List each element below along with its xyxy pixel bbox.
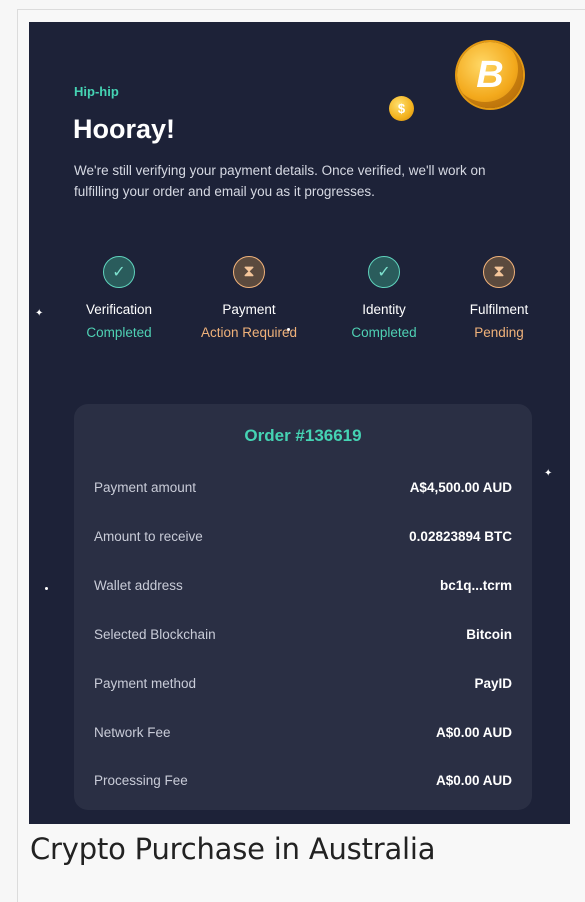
row-label: Processing Fee bbox=[94, 773, 188, 788]
row-label: Selected Blockchain bbox=[94, 627, 216, 642]
step-label: Payment bbox=[222, 302, 276, 317]
row-label: Wallet address bbox=[94, 578, 183, 593]
step-status: Action Required bbox=[200, 325, 298, 340]
order-row-selected-blockchain: Selected Blockchain Bitcoin bbox=[94, 627, 512, 647]
star-dot bbox=[45, 587, 48, 590]
row-value: Bitcoin bbox=[466, 627, 512, 642]
step-label: Identity bbox=[362, 302, 406, 317]
step-verification: ✓ Verification Completed bbox=[59, 256, 179, 340]
row-label: Payment amount bbox=[94, 480, 197, 495]
order-title: Order #136619 bbox=[244, 426, 362, 445]
row-value: A$4,500.00 AUD bbox=[409, 480, 512, 495]
step-fulfilment: ⧗ Fulfilment Pending bbox=[439, 256, 559, 340]
row-value: A$0.00 AUD bbox=[435, 773, 512, 788]
image-caption: Crypto Purchase in Australia bbox=[30, 832, 436, 866]
row-label: Network Fee bbox=[94, 725, 171, 740]
sparkle-icon: ✦ bbox=[544, 468, 553, 479]
step-label: Verification bbox=[85, 302, 153, 317]
order-card: Order #136619 Payment amount A$4,500.00 … bbox=[74, 404, 532, 810]
order-row-wallet-address: Wallet address bc1q...tcrm bbox=[94, 578, 512, 598]
hourglass-icon: ⧗ bbox=[483, 256, 515, 288]
row-value: bc1q...tcrm bbox=[439, 578, 512, 593]
app-screen: ✦ ✦ ✦ B $ Hip-hip Hooray! We're still ve… bbox=[29, 22, 570, 824]
step-status: Completed bbox=[351, 325, 417, 340]
row-label: Payment method bbox=[94, 676, 197, 691]
eyebrow-text: Hip-hip bbox=[74, 84, 119, 99]
order-row-processing-fee: Processing Fee A$0.00 AUD bbox=[94, 773, 512, 793]
bitcoin-coin-icon: B bbox=[457, 42, 523, 108]
row-value: PayID bbox=[474, 676, 512, 691]
step-identity: ✓ Identity Completed bbox=[324, 256, 444, 340]
page-title: Hooray! bbox=[73, 114, 176, 144]
order-row-network-fee: Network Fee A$0.00 AUD bbox=[94, 725, 512, 745]
check-icon: ✓ bbox=[368, 256, 400, 288]
sparkle-icon: ✦ bbox=[35, 308, 44, 319]
order-row-payment-method: Payment method PayID bbox=[94, 676, 512, 696]
step-label: Fulfilment bbox=[469, 302, 529, 317]
step-payment: ⧗ Payment Action Required bbox=[189, 256, 309, 340]
dollar-coin-icon: $ bbox=[389, 96, 414, 121]
order-row-payment-amount: Payment amount A$4,500.00 AUD bbox=[94, 480, 512, 500]
step-status: Completed bbox=[86, 325, 152, 340]
row-value: 0.02823894 BTC bbox=[409, 529, 512, 544]
check-icon: ✓ bbox=[103, 256, 135, 288]
step-status: Pending bbox=[474, 325, 524, 340]
order-row-amount-to-receive: Amount to receive 0.02823894 BTC bbox=[94, 529, 512, 549]
page-description: We're still verifying your payment detai… bbox=[74, 163, 486, 199]
row-label: Amount to receive bbox=[94, 529, 203, 544]
row-value: A$0.00 AUD bbox=[435, 725, 512, 740]
hourglass-icon: ⧗ bbox=[233, 256, 265, 288]
progress-steps: ✓ Verification Completed ⧗ Payment Actio… bbox=[59, 256, 559, 346]
